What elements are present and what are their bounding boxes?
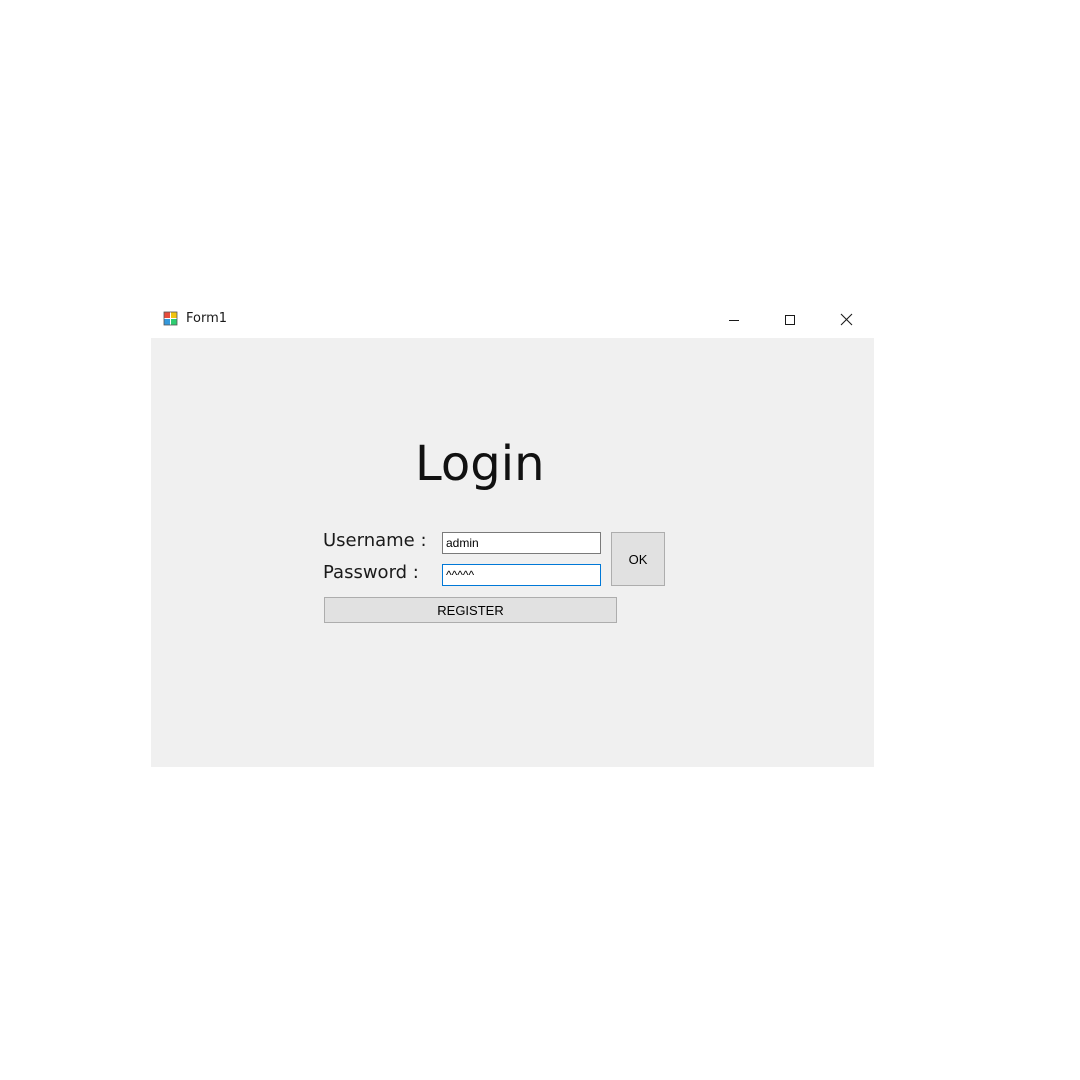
- username-field[interactable]: [442, 532, 601, 554]
- login-heading: Login: [415, 436, 545, 492]
- window-title: Form1: [186, 311, 228, 326]
- minimize-icon: [728, 311, 740, 330]
- close-icon: [840, 311, 853, 330]
- form-client-area: Login Username : Password : OK REGISTER: [151, 338, 874, 767]
- password-field[interactable]: [442, 564, 601, 586]
- minimize-button[interactable]: [706, 302, 762, 338]
- maximize-icon: [784, 311, 796, 330]
- register-button[interactable]: REGISTER: [324, 597, 617, 623]
- ok-button[interactable]: OK: [611, 532, 665, 586]
- username-label: Username :: [323, 530, 427, 551]
- form1-window: Form1 Login Username : Password : OK REG…: [151, 302, 874, 767]
- app-form-icon: [163, 311, 179, 327]
- close-button[interactable]: [818, 302, 874, 338]
- password-label: Password :: [323, 562, 419, 583]
- title-bar[interactable]: Form1: [151, 302, 874, 338]
- maximize-button[interactable]: [762, 302, 818, 338]
